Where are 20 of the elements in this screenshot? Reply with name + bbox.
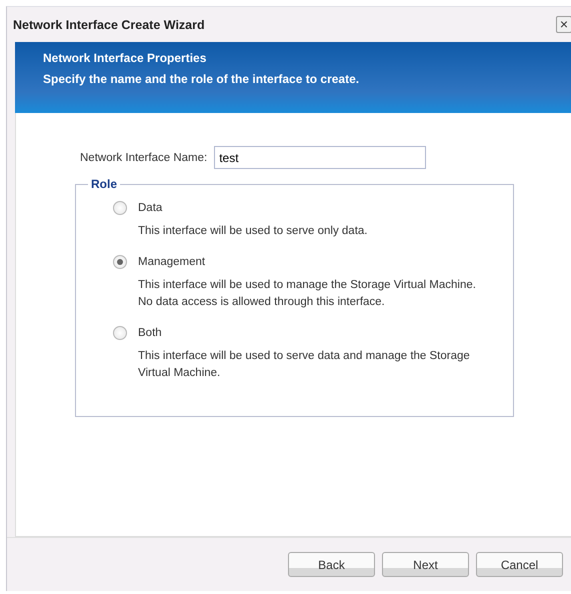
option-description: No data access is allowed through this interface. bbox=[138, 295, 386, 310]
option-description: This interface will be used to serve only data. bbox=[138, 224, 368, 239]
field-label: Network Interface Name: bbox=[80, 152, 208, 164]
group-legend: Role bbox=[88, 177, 120, 191]
name-field[interactable]: test bbox=[214, 146, 426, 169]
wizard-button[interactable]: Cancel bbox=[476, 552, 563, 577]
wizard-button[interactable]: Back bbox=[288, 552, 375, 577]
option-label[interactable]: Data bbox=[138, 202, 162, 214]
radio-button[interactable] bbox=[113, 201, 127, 215]
header-subtitle: Specify the name and the role of the interface to create. bbox=[43, 72, 360, 86]
option-description: This interface will be used to manage the Storage Virtual Machine. bbox=[138, 278, 477, 293]
option-label[interactable]: Management bbox=[138, 256, 206, 268]
option-label[interactable]: Both bbox=[138, 327, 162, 339]
radio-button[interactable] bbox=[113, 255, 127, 269]
window-title: Network Interface Create Wizard bbox=[13, 18, 205, 32]
wizard-button[interactable]: Next bbox=[382, 552, 469, 577]
header-title: Network Interface Properties bbox=[43, 51, 208, 65]
radio-button[interactable] bbox=[113, 326, 127, 340]
close-button[interactable]: × bbox=[556, 16, 571, 33]
option-description: This interface will be used to serve data and manage the Storage Virtual Machine. bbox=[138, 349, 471, 381]
